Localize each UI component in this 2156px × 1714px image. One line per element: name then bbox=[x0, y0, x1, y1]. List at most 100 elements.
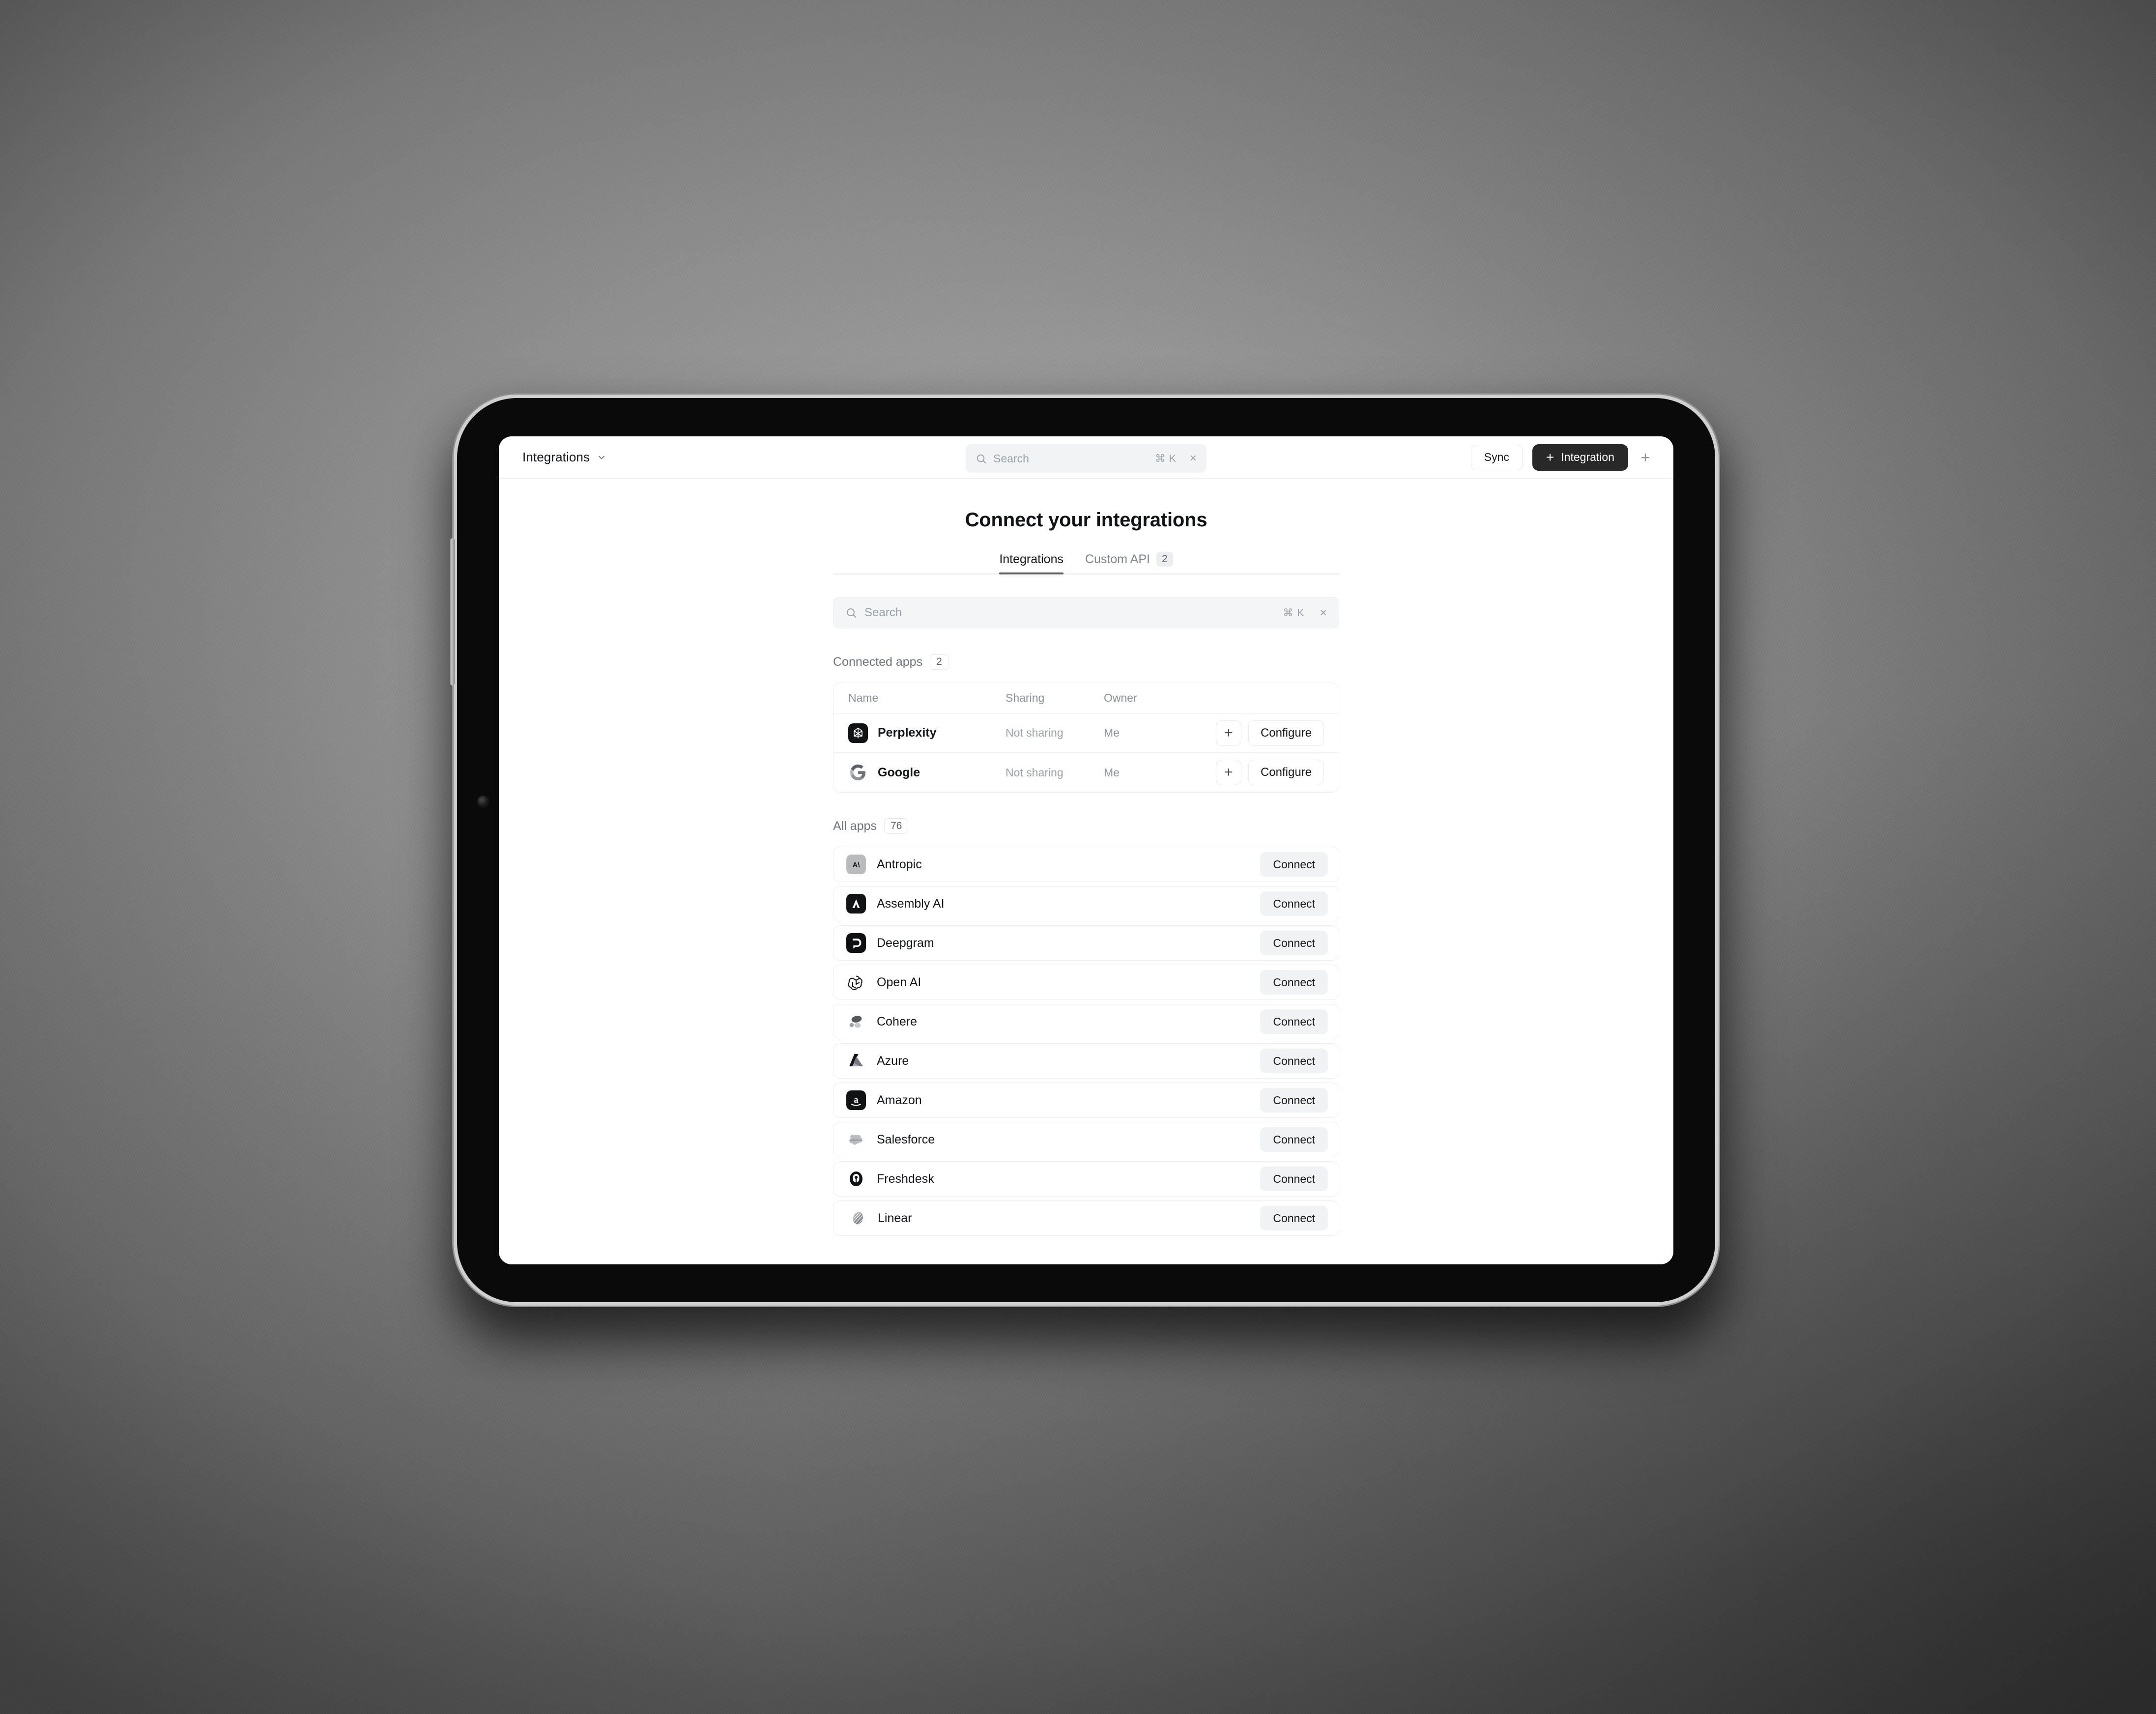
sync-button[interactable]: Sync bbox=[1470, 444, 1523, 470]
app-screen: Integrations Search ⌘ K × Sync + Integra… bbox=[499, 436, 1673, 1264]
tablet-device: Integrations Search ⌘ K × Sync + Integra… bbox=[450, 398, 1715, 1302]
configure-button[interactable]: Configure bbox=[1248, 760, 1324, 785]
column-header-sharing: Sharing bbox=[1006, 691, 1045, 704]
connect-button-label: Connect bbox=[1273, 897, 1315, 910]
app-name: Deepgram bbox=[877, 936, 934, 950]
list-item[interactable]: Freshdesk Connect bbox=[833, 1161, 1339, 1197]
connect-button[interactable]: Connect bbox=[1260, 970, 1328, 995]
tab-integrations[interactable]: Integrations bbox=[999, 552, 1064, 574]
list-item[interactable]: Assembly AI Connect bbox=[833, 886, 1339, 921]
connect-button[interactable]: Connect bbox=[1260, 1049, 1328, 1073]
owner-value: Me bbox=[1104, 766, 1120, 779]
app-name: Freshdesk bbox=[877, 1171, 934, 1186]
connect-button[interactable]: Connect bbox=[1260, 1127, 1328, 1152]
svg-text:salesforce: salesforce bbox=[851, 1139, 862, 1142]
connect-button[interactable]: Connect bbox=[1260, 1206, 1328, 1230]
list-item[interactable]: salesforce Salesforce Connect bbox=[833, 1122, 1339, 1157]
all-apps-list: A\ Antropic Connect Assembly AI Connect bbox=[833, 847, 1339, 1236]
add-integration-button[interactable]: + Integration bbox=[1532, 444, 1628, 471]
cohere-logo-icon bbox=[846, 1012, 866, 1031]
table-header-row: Name Sharing Owner bbox=[834, 683, 1339, 714]
connected-apps-count: 2 bbox=[930, 654, 949, 670]
chevron-down-icon[interactable] bbox=[597, 453, 606, 462]
connect-button-label: Connect bbox=[1273, 1054, 1315, 1067]
connect-button[interactable]: Connect bbox=[1260, 891, 1328, 916]
connected-apps-table: Name Sharing Owner Perplexity Not sharin… bbox=[833, 683, 1339, 793]
assemblyai-logo-icon bbox=[846, 894, 866, 914]
add-button[interactable]: + bbox=[1638, 450, 1653, 465]
app-name: Assembly AI bbox=[877, 896, 945, 911]
topbar-search[interactable]: Search ⌘ K × bbox=[966, 444, 1207, 473]
apps-search[interactable]: Search ⌘ K × bbox=[833, 597, 1339, 628]
tab-custom-api-count: 2 bbox=[1156, 552, 1173, 567]
connect-button-label: Connect bbox=[1273, 936, 1315, 949]
list-item[interactable]: Linear Connect bbox=[833, 1200, 1339, 1236]
app-name: Linear bbox=[878, 1211, 912, 1225]
connect-button-label: Connect bbox=[1273, 1093, 1315, 1107]
list-item[interactable]: Cohere Connect bbox=[833, 1004, 1339, 1039]
topbar-search-input[interactable]: Search bbox=[993, 452, 1149, 465]
app-name: Cohere bbox=[877, 1014, 917, 1028]
plus-icon[interactable]: + bbox=[1215, 760, 1241, 785]
connect-button-label: Connect bbox=[1273, 857, 1315, 871]
front-camera-icon bbox=[478, 796, 489, 807]
page-title: Connect your integrations bbox=[965, 509, 1207, 531]
connect-button[interactable]: Connect bbox=[1260, 931, 1328, 955]
tab-custom-api[interactable]: Custom API 2 bbox=[1085, 552, 1173, 574]
connect-button-label: Connect bbox=[1273, 1211, 1315, 1225]
connect-button-label: Connect bbox=[1273, 975, 1315, 989]
perplexity-logo-icon bbox=[848, 723, 868, 743]
amazon-logo-icon: a bbox=[846, 1090, 866, 1110]
breadcrumb[interactable]: Integrations bbox=[522, 450, 606, 465]
app-name: Salesforce bbox=[877, 1132, 935, 1146]
deepgram-logo-icon bbox=[846, 933, 866, 953]
connect-button[interactable]: Connect bbox=[1260, 1167, 1328, 1191]
list-item[interactable]: a Amazon Connect bbox=[833, 1083, 1339, 1118]
topbar-actions: Sync + Integration + bbox=[1470, 444, 1653, 471]
connected-apps-header: Connected apps 2 bbox=[833, 654, 1339, 670]
list-item[interactable]: Open AI Connect bbox=[833, 965, 1339, 1000]
plus-icon[interactable]: + bbox=[1215, 720, 1241, 746]
connect-button[interactable]: Connect bbox=[1260, 852, 1328, 877]
column-header-name: Name bbox=[848, 691, 879, 704]
tab-integrations-label: Integrations bbox=[999, 552, 1064, 566]
plus-icon: + bbox=[1546, 449, 1554, 465]
table-row[interactable]: Perplexity Not sharing Me + Configure bbox=[834, 714, 1339, 753]
app-name: Perplexity bbox=[878, 726, 937, 740]
app-name: Open AI bbox=[877, 975, 921, 989]
linear-logo-icon bbox=[849, 1209, 867, 1227]
connect-button[interactable]: Connect bbox=[1260, 1009, 1328, 1034]
add-integration-label: Integration bbox=[1561, 451, 1614, 463]
all-apps-count: 76 bbox=[884, 818, 909, 834]
owner-value: Me bbox=[1104, 726, 1120, 739]
tab-bar: Integrations Custom API 2 bbox=[999, 552, 1173, 574]
svg-text:A\: A\ bbox=[853, 861, 861, 869]
openai-logo-icon bbox=[846, 972, 866, 992]
list-item[interactable]: Azure Connect bbox=[833, 1043, 1339, 1079]
list-item[interactable]: A\ Antropic Connect bbox=[833, 847, 1339, 882]
table-row[interactable]: Google Not sharing Me + Configure bbox=[834, 753, 1339, 792]
anthropic-logo-icon: A\ bbox=[846, 855, 866, 874]
column-header-owner: Owner bbox=[1104, 691, 1137, 704]
salesforce-logo-icon: salesforce bbox=[846, 1130, 866, 1149]
app-name: Azure bbox=[877, 1054, 909, 1068]
top-bar: Integrations Search ⌘ K × Sync + Integra… bbox=[499, 436, 1673, 479]
connect-button-label: Connect bbox=[1273, 1133, 1315, 1146]
tab-custom-api-label: Custom API bbox=[1085, 552, 1150, 566]
configure-button[interactable]: Configure bbox=[1248, 720, 1324, 746]
close-icon[interactable]: × bbox=[1190, 453, 1197, 464]
main-content: Connect your integrations Integrations C… bbox=[499, 479, 1673, 1264]
apps-search-input[interactable]: Search bbox=[864, 606, 1276, 620]
app-name: Amazon bbox=[877, 1093, 922, 1107]
sharing-value: Not sharing bbox=[1006, 766, 1064, 779]
app-name: Antropic bbox=[877, 857, 922, 871]
connect-button-label: Connect bbox=[1273, 1172, 1315, 1185]
connect-button[interactable]: Connect bbox=[1260, 1088, 1328, 1113]
plus-icon: + bbox=[1640, 448, 1650, 466]
sync-button-label: Sync bbox=[1484, 451, 1509, 463]
configure-button-label: Configure bbox=[1260, 726, 1312, 740]
configure-button-label: Configure bbox=[1260, 766, 1312, 779]
close-icon[interactable]: × bbox=[1320, 606, 1327, 619]
list-item[interactable]: Deepgram Connect bbox=[833, 925, 1339, 961]
azure-logo-icon bbox=[846, 1051, 866, 1071]
